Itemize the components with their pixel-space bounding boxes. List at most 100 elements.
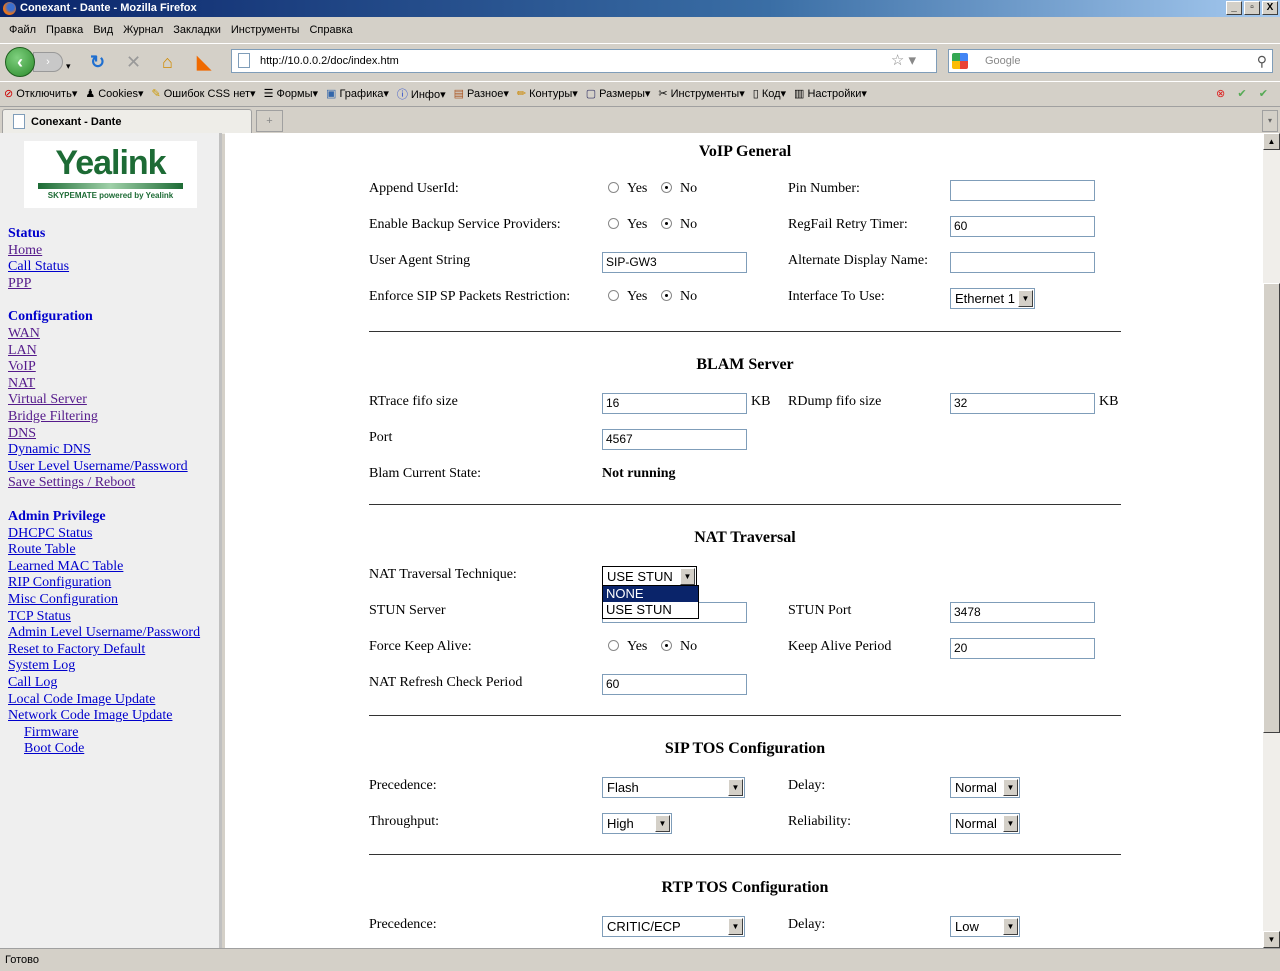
sidebar-link-bridge-filtering[interactable]: Bridge Filtering <box>8 409 98 425</box>
force-keep-alive-no-radio[interactable]: No <box>661 639 697 655</box>
nat-traversal-technique-select[interactable]: USE STUN ▼ <box>602 566 697 587</box>
regfail-retry-timer-input[interactable]: 60 <box>950 216 1095 237</box>
back-button[interactable]: ‹ <box>5 47 35 77</box>
dev-misc[interactable]: ▤ Разное▾ <box>454 87 509 100</box>
stop-icon[interactable]: ✕ <box>126 52 141 72</box>
radio-circle[interactable] <box>661 290 672 301</box>
enforce-sip-sp-packets-restriction-no-radio[interactable]: No <box>661 289 697 305</box>
chevron-down-icon[interactable]: ▼ <box>1018 290 1033 307</box>
sidebar-link-voip[interactable]: VoIP <box>8 359 36 375</box>
chevron-down-icon[interactable]: ▼ <box>1003 779 1018 796</box>
menu-file[interactable]: Файл <box>4 19 41 41</box>
radio-circle[interactable] <box>608 218 619 229</box>
home-icon[interactable]: ⌂ <box>162 52 173 72</box>
sidebar-link-admin-level-username-password[interactable]: Admin Level Username/Password <box>8 625 200 641</box>
rtrace-fifo-size-input[interactable]: 16 <box>602 393 747 414</box>
append-userid-no-radio[interactable]: No <box>661 181 697 197</box>
sidebar-link-save-settings-reboot[interactable]: Save Settings / Reboot <box>8 475 135 491</box>
port-input[interactable]: 4567 <box>602 429 747 450</box>
dev-outline[interactable]: ✏ Контуры▾ <box>517 87 578 100</box>
sidebar-link-rip-configuration[interactable]: RIP Configuration <box>8 575 111 591</box>
url-bar[interactable]: http://10.0.0.2/doc/index.htm ☆ ▾ <box>231 49 937 73</box>
chevron-down-icon[interactable]: ▼ <box>1003 815 1018 832</box>
radio-circle[interactable] <box>661 640 672 651</box>
dev-options[interactable]: ▥ Настройки▾ <box>794 87 867 100</box>
new-tab-button[interactable]: + <box>256 110 283 132</box>
sidebar-link-tcp-status[interactable]: TCP Status <box>8 609 71 625</box>
sidebar-link-ppp[interactable]: PPP <box>8 276 31 292</box>
chevron-down-icon[interactable]: ▼ <box>655 815 670 832</box>
chevron-down-icon[interactable]: ▼ <box>728 918 743 935</box>
scroll-down-button[interactable]: ▼ <box>1263 931 1280 948</box>
dev-info[interactable]: ⓘ Инфо▾ <box>397 86 446 102</box>
dev-disable[interactable]: ⊘ Отключить▾ <box>4 87 77 100</box>
sidebar-link-call-log[interactable]: Call Log <box>8 675 57 691</box>
scroll-thumb[interactable] <box>1263 283 1280 733</box>
dev-source[interactable]: ▯ Код▾ <box>753 87 786 100</box>
enable-backup-service-providers-yes-radio[interactable]: Yes <box>608 217 647 233</box>
search-box[interactable]: Google ⚲ <box>948 49 1273 73</box>
error-icon[interactable]: ⊗ <box>1216 88 1225 100</box>
rss-icon[interactable]: ◣ <box>197 52 211 72</box>
menu-help[interactable]: Справка <box>304 19 357 41</box>
sidebar-link-dynamic-dns[interactable]: Dynamic DNS <box>8 442 91 458</box>
search-icon[interactable]: ⚲ <box>1257 50 1267 72</box>
keep-alive-period-input[interactable]: 20 <box>950 638 1095 659</box>
sidebar-link-learned-mac-table[interactable]: Learned MAC Table <box>8 559 123 575</box>
sidebar-link-wan[interactable]: WAN <box>8 326 40 342</box>
menu-bookmarks[interactable]: Закладки <box>168 19 226 41</box>
sidebar-link-virtual-server[interactable]: Virtual Server <box>8 392 87 408</box>
option-use-stun[interactable]: USE STUN <box>603 602 698 618</box>
precedence-select[interactable]: CRITIC/ECP ▼ <box>602 916 745 937</box>
sidebar-link-dhcpc-status[interactable]: DHCPC Status <box>8 526 92 542</box>
dev-forms[interactable]: ☰ Формы▾ <box>264 87 318 100</box>
forward-button[interactable]: › <box>33 52 63 72</box>
google-icon[interactable] <box>952 53 968 69</box>
option-none[interactable]: NONE <box>603 586 698 602</box>
chevron-down-icon[interactable]: ▼ <box>728 779 743 796</box>
interface-to-use-select[interactable]: Ethernet 1 ▼ <box>950 288 1035 309</box>
dev-cookies[interactable]: ♟ Cookies▾ <box>85 87 143 100</box>
dev-images[interactable]: ▣ Графика▾ <box>326 87 389 100</box>
history-dropdown-icon[interactable]: ▾ <box>66 56 71 76</box>
radio-circle[interactable] <box>661 218 672 229</box>
close-button[interactable]: X <box>1262 1 1278 15</box>
radio-circle[interactable] <box>608 640 619 651</box>
bookmark-star-icon[interactable]: ☆ ▾ <box>891 50 916 72</box>
pin-number-input[interactable] <box>950 180 1095 201</box>
vertical-scrollbar[interactable]: ▲ ▼ <box>1263 133 1280 948</box>
nat-refresh-check-period-input[interactable]: 60 <box>602 674 747 695</box>
dev-css[interactable]: ✎ Ошибок CSS нет▾ <box>151 87 255 100</box>
user-agent-string-input[interactable]: SIP-GW3 <box>602 252 747 273</box>
chevron-down-icon[interactable]: ▼ <box>680 568 695 585</box>
check-icon-2[interactable]: ✔ <box>1259 88 1268 100</box>
enforce-sip-sp-packets-restriction-yes-radio[interactable]: Yes <box>608 289 647 305</box>
menu-history[interactable]: Журнал <box>118 19 168 41</box>
menu-edit[interactable]: Правка <box>41 19 88 41</box>
sidebar-link-reset-to-factory-default[interactable]: Reset to Factory Default <box>8 642 145 658</box>
stun-port-input[interactable]: 3478 <box>950 602 1095 623</box>
radio-circle[interactable] <box>661 182 672 193</box>
minimize-button[interactable]: _ <box>1226 1 1242 15</box>
sidebar-link-lan[interactable]: LAN <box>8 343 37 359</box>
append-userid-yes-radio[interactable]: Yes <box>608 181 647 197</box>
tab-conexant-dante[interactable]: Conexant - Dante <box>2 109 252 134</box>
reload-icon[interactable]: ↻ <box>90 52 105 72</box>
sidebar-link-home[interactable]: Home <box>8 243 42 259</box>
menu-view[interactable]: Вид <box>88 19 118 41</box>
radio-circle[interactable] <box>608 290 619 301</box>
tab-list-button[interactable]: ▾ <box>1262 110 1278 132</box>
check-icon[interactable]: ✔ <box>1237 88 1246 100</box>
force-keep-alive-yes-radio[interactable]: Yes <box>608 639 647 655</box>
sidebar-link-nat[interactable]: NAT <box>8 376 35 392</box>
sidebar-link-user-level-username-password[interactable]: User Level Username/Password <box>8 459 188 475</box>
sidebar-link-system-log[interactable]: System Log <box>8 658 75 674</box>
scroll-up-button[interactable]: ▲ <box>1263 133 1280 150</box>
menu-tools[interactable]: Инструменты <box>226 19 305 41</box>
delay-select[interactable]: Normal ▼ <box>950 777 1020 798</box>
throughput-select[interactable]: High ▼ <box>602 813 672 834</box>
dev-resize[interactable]: ▢ Размеры▾ <box>586 87 651 100</box>
radio-circle[interactable] <box>608 182 619 193</box>
delay-select[interactable]: Low ▼ <box>950 916 1020 937</box>
dev-tools[interactable]: ✂ Инструменты▾ <box>658 87 744 100</box>
